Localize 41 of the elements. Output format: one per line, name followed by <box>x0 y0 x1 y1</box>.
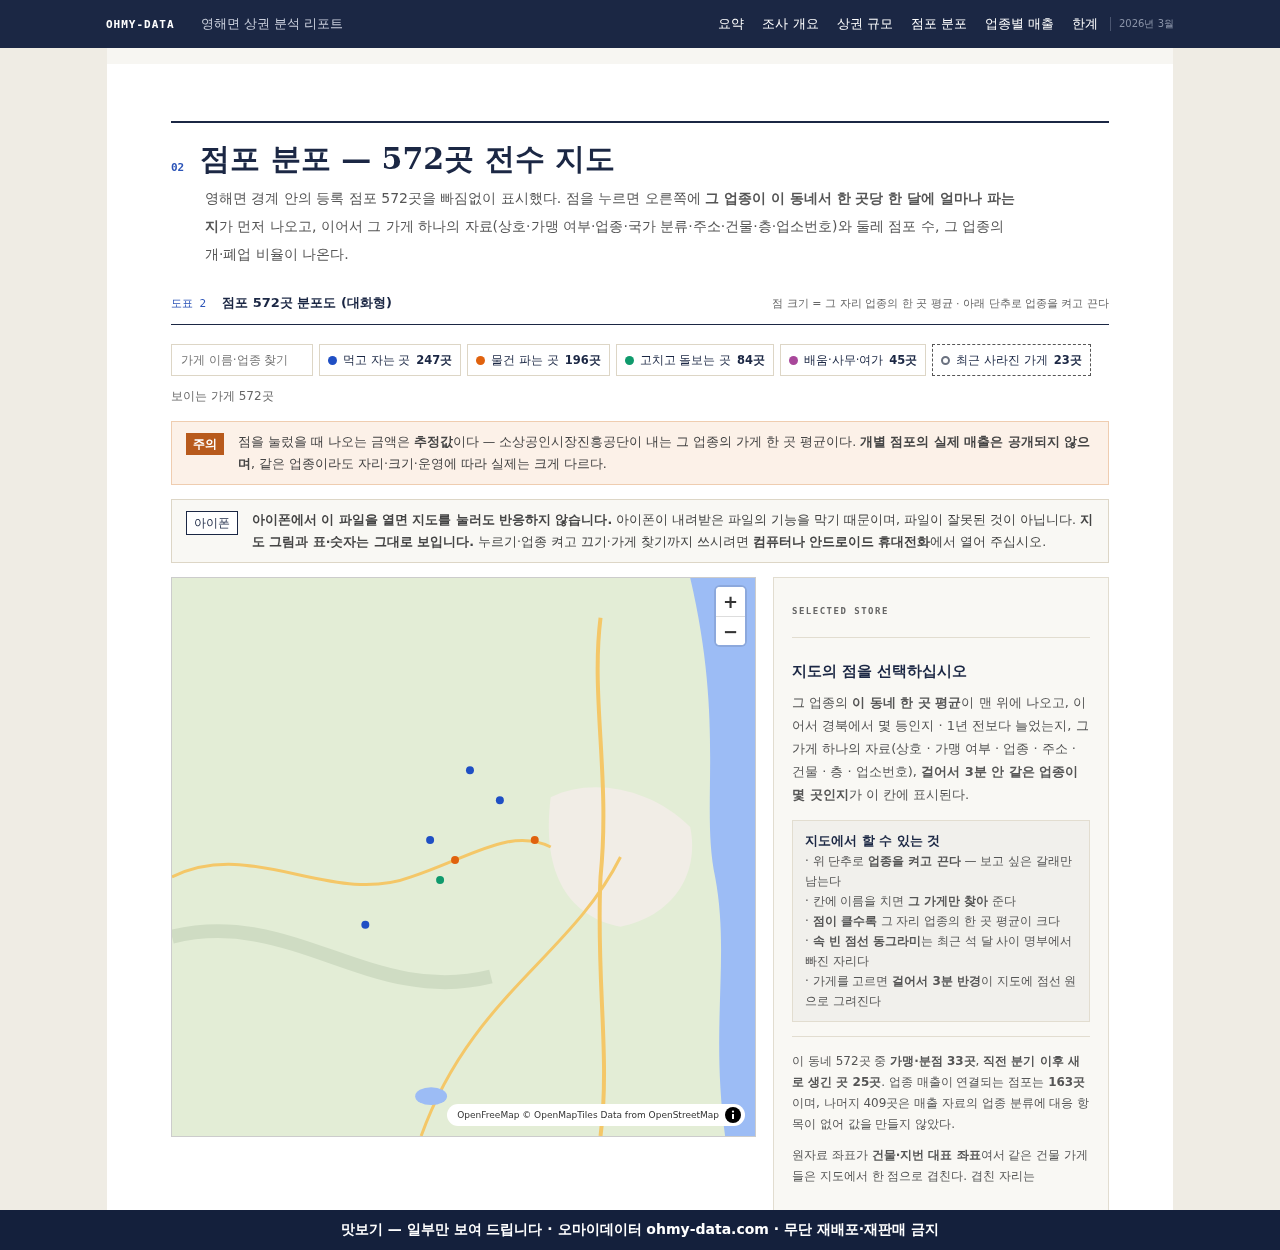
panel-heading: 지도의 점을 선택하십시오 <box>792 661 969 682</box>
notice-badge: 아이폰 <box>186 511 238 535</box>
filter-button[interactable]: 물건 파는 곳 196곳 <box>467 344 610 376</box>
notice-badge: 주의 <box>186 433 224 455</box>
figure-note: 점 크기 = 그 자리 업종의 한 곳 평균 · 아래 단추로 업종을 켜고 끈다 <box>772 296 1109 311</box>
search-field[interactable]: 가게 이름·업종 찾기 <box>171 344 313 376</box>
intro-paragraph: 영해면 경계 안의 등록 점포 572곳을 빠짐없이 표시했다. 점을 누르면 오른쪽에 그 업종이 이 동네서 한 곳당 한 달에 얼마나 파는지가 먼저 나오고, 이어서 그 가게 하나의 자료(상호·가맹 여부·업종·국가 분류·주소·건물·층·업소번호)와 둘레 점포 수, 그 업종의 개·폐업 비율이 나온다. <box>205 189 1016 264</box>
notice-text: 아이폰에서 이 파일을 열면 지도를 눌러도 반응하지 않습니다. 아이폰이 내려받은 파일의 기능을 막기 때문이며, 파일이 잘못된 것이 아닙니다. 지도 그림과 표·숫자는 그대로 보입니다. 누르기·업종 켜고 끄기·가게 찾기까지 쓰시려면 컴퓨터나 안드로이드 휴대전화에서 열어 주십시오. <box>252 511 1094 551</box>
section-title: 점포 분포 — 572곳 전수 지도 <box>200 140 616 178</box>
tips-title: 지도에서 할 수 있는 것 <box>805 832 942 850</box>
filter-button[interactable]: 최근 사라진 가게 23곳 <box>932 344 1091 376</box>
nav-link[interactable]: 상권 규모 <box>836 15 893 33</box>
stats-paragraph: 이 동네 572곳 중 가맹·분점 33곳, 직전 분기 이후 새로 생긴 곳 25곳. 업종 매출이 연결되는 점포는 163곳이며, 나머지 409곳은 매출 자료의 업종 분류에 대응 항목이 없어 값을 만들지 않았다. <box>792 1036 1090 1135</box>
filter-button[interactable]: 먹고 자는 곳 247곳 <box>319 344 462 376</box>
tip-item: · 속 빈 점선 동그라미는 최근 석 달 사이 명부에서 빠진 자리다 <box>805 933 1074 970</box>
tip-item: · 위 단추로 업종을 켜고 끈다 — 보고 싶은 갈래만 남는다 <box>805 853 1073 890</box>
panel-description: 그 업종의 이 동네 한 곳 평균이 맨 위에 나오고, 이어서 경북에서 몇 등인지 · 1년 전보다 늘었는지, 그 가게 하나의 자료(상호 · 가맹 여부 · 업종 · 주소 · 건물 · 층 · 업소번호), 걸어서 3분 안 같은 업종이 몇 곳인지가 이 칸에 표시된다. <box>792 694 1090 804</box>
figure-title: 점포 572곳 분포도 (대화형) <box>222 294 392 312</box>
panel-eyebrow: SELECTED STORE <box>792 600 1090 638</box>
nav-link[interactable]: 한계 <box>1072 15 1098 33</box>
zoom-out-button[interactable]: − <box>716 616 745 645</box>
preview-banner: 맛보기 — 일부만 보여 드립니다 · 오마이데이터 ohmy-data.com · 무단 재배포·재판매 금지 <box>0 1210 1280 1250</box>
note-paragraph: 원자료 좌표가 건물·지번 대표 좌표여서 같은 건물 가게들은 지도에서 한 점으로 겹친다. 겹친 자리는 <box>792 1147 1089 1185</box>
filter-button[interactable]: 고치고 돌보는 곳 84곳 <box>615 344 774 376</box>
tip-item: · 점이 클수록 그 자리 업종의 한 곳 평균이 크다 <box>805 913 1061 930</box>
nav-link[interactable]: 점포 분포 <box>910 15 967 33</box>
filter-button[interactable]: 배움·사무·여가 45곳 <box>780 344 927 376</box>
site-subtitle: 영해면 상권 분석 리포트 <box>200 15 343 33</box>
info-icon[interactable] <box>725 1107 741 1123</box>
section-number: 02 <box>171 161 185 176</box>
nav-link[interactable]: 업종별 매출 <box>984 15 1054 33</box>
tip-item: · 칸에 이름을 치면 그 가게만 찾아 준다 <box>805 893 1018 910</box>
attribution-text[interactable]: OpenFreeMap © OpenMapTiles Data from OpenStreetMap <box>457 1110 719 1120</box>
tip-item: · 가게를 고르면 걸어서 3분 반경이 지도에 점선 원으로 그려진다 <box>805 973 1077 1010</box>
nav-link[interactable]: 조사 개요 <box>762 15 819 33</box>
nav-link[interactable]: 요약 <box>718 15 745 33</box>
brand-logo[interactable]: OHMY-DATA <box>106 17 175 31</box>
visible-count: 보이는 가게 572곳 <box>171 388 275 405</box>
notice-text: 점을 눌렀을 때 나오는 금액은 추정값이다 — 소상공인시장진흥공단이 내는 그 업종의 가게 한 곳 평균이다. 개별 점포의 실제 매출은 공개되지 않으며, 같은 업종이라도 자리·크기·운영에 따라 실제는 크게 다르다. <box>238 433 1091 473</box>
report-date: 2026년 3월 <box>1110 17 1174 31</box>
figure-label: 도표 2 <box>171 296 207 311</box>
